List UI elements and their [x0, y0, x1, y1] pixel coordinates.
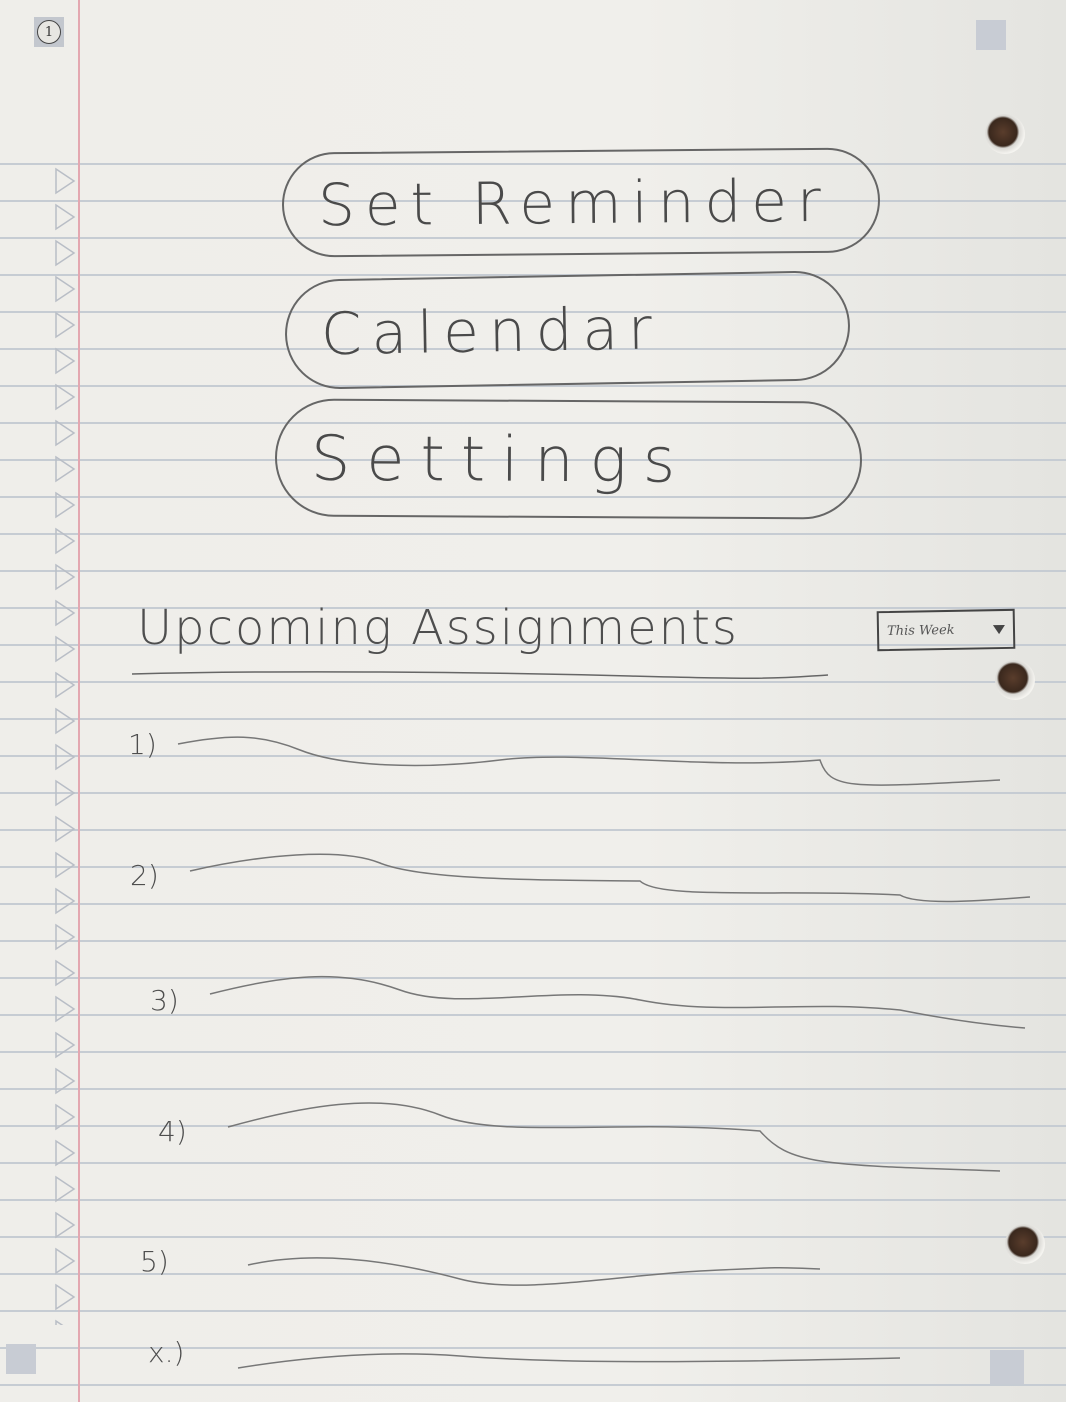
margin-triangle [55, 491, 76, 519]
assignment-item[interactable]: 5) [0, 1235, 1066, 1295]
calendar-button[interactable]: Calendar [284, 270, 851, 390]
binder-hole-top [985, 114, 1025, 154]
settings-button[interactable]: Settings [274, 398, 863, 520]
assignment-item[interactable]: 2) [0, 845, 1066, 905]
margin-triangle [55, 1211, 76, 1239]
upcoming-assignments-heading: Upcoming Assignments [137, 600, 739, 656]
corner-registration-mark-top-right [976, 20, 1006, 50]
margin-line [78, 0, 80, 1402]
set-reminder-button[interactable]: Set Reminder [281, 147, 881, 258]
page-number-text: 1 [44, 24, 54, 40]
assignment-placeholder-line [177, 736, 1001, 786]
binder-hole-middle [995, 660, 1035, 700]
margin-triangle [55, 923, 76, 951]
settings-label: Settings [310, 421, 692, 497]
margin-triangle [55, 455, 76, 483]
margin-triangle [55, 563, 76, 591]
margin-triangle [55, 419, 76, 447]
margin-triangle [55, 167, 76, 195]
margin-triangle [55, 383, 76, 411]
assignment-item[interactable]: 3) [0, 970, 1066, 1030]
assignment-placeholder-line [209, 975, 1026, 1029]
assignment-placeholder-line [227, 1102, 1001, 1172]
assignment-placeholder-line [247, 1257, 821, 1286]
margin-triangle [55, 599, 76, 627]
assignment-item[interactable]: 1) [0, 720, 1066, 786]
margin-triangle [55, 311, 76, 339]
margin-triangle [55, 347, 76, 375]
calendar-label: Calendar [320, 294, 663, 369]
assignment-placeholder-line [237, 1353, 901, 1369]
triangle-down-icon [992, 624, 1006, 635]
margin-triangle [55, 1319, 76, 1347]
margin-triangle [55, 1175, 76, 1203]
circled-number-icon: 1 [37, 20, 61, 44]
time-filter-dropdown[interactable]: This Week [876, 608, 1016, 652]
time-filter-selected: This Week [886, 622, 955, 639]
margin-triangle [55, 1031, 76, 1059]
margin-triangle [55, 275, 76, 303]
set-reminder-label: Set Reminder [317, 166, 832, 239]
assignment-placeholder-line [189, 853, 1031, 903]
margin-triangle [55, 1067, 76, 1095]
margin-triangle [55, 239, 76, 267]
assignment-item[interactable]: x.) [0, 1330, 1066, 1390]
page-number-badge: 1 [34, 17, 64, 47]
margin-triangle [55, 527, 76, 555]
margin-triangle [55, 203, 76, 231]
margin-triangle [55, 635, 76, 663]
margin-triangle [55, 779, 76, 807]
margin-triangle [55, 815, 76, 843]
margin-triangle [55, 671, 76, 699]
heading-underline [131, 671, 829, 679]
assignment-item[interactable]: 4) [0, 1095, 1066, 1172]
